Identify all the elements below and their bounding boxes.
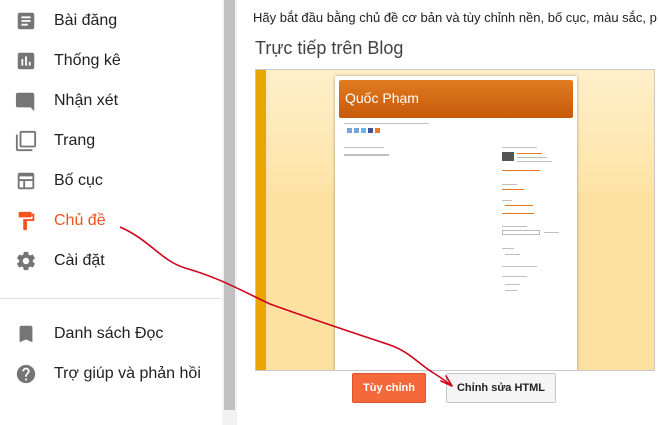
- sidebar-item-label: Nhận xét: [54, 92, 119, 109]
- preview-share-icon: [368, 128, 373, 133]
- preview-text-line: [544, 232, 559, 233]
- sidebar-item-reading-list[interactable]: Danh sách Đọc: [0, 314, 222, 354]
- preview-post-title-line: [344, 154, 389, 156]
- sidebar-item-posts[interactable]: Bài đăng: [0, 1, 222, 41]
- preview-text-line: [505, 290, 517, 291]
- sidebar: Bài đăng Thống kê Nhận xét Trang Bố cục …: [0, 0, 222, 425]
- pages-icon: [15, 130, 37, 152]
- sidebar-item-layout[interactable]: Bố cục: [0, 161, 222, 201]
- sidebar-item-stats[interactable]: Thống kê: [0, 41, 222, 81]
- preview-text-line: [344, 123, 429, 124]
- preview-share-icon: [375, 128, 380, 133]
- sidebar-item-label: Cài đặt: [54, 252, 105, 269]
- preview-text-line: [344, 147, 384, 148]
- sidebar-item-label: Trợ giúp và phản hồi: [54, 365, 201, 382]
- sidebar-item-label: Danh sách Đọc: [54, 325, 164, 342]
- paint-roller-icon: [18, 211, 35, 231]
- preview-left-stripe: [256, 70, 266, 370]
- preview-text-line: [502, 226, 527, 227]
- preview-share-icon: [361, 128, 366, 133]
- sidebar-divider: [0, 298, 222, 299]
- sidebar-item-pages[interactable]: Trang: [0, 121, 222, 161]
- sidebar-item-label: Trang: [54, 132, 96, 149]
- preview-blog-header: Quốc Phạm: [339, 80, 573, 118]
- preview-text-line: [502, 184, 517, 185]
- preview-link-line: [502, 189, 524, 190]
- blog-preview[interactable]: Quốc Phạm: [255, 69, 655, 371]
- sidebar-item-label: Bài đăng: [54, 12, 118, 29]
- preview-blog-title: Quốc Phạm: [345, 90, 419, 106]
- sidebar-item-comments[interactable]: Nhận xét: [0, 81, 222, 121]
- preview-text-line: [502, 276, 527, 277]
- preview-text-line: [505, 284, 520, 285]
- gear-icon: [17, 251, 35, 271]
- sidebar-item-label: Bố cục: [54, 172, 103, 189]
- scrollbar-thumb[interactable]: [224, 0, 235, 410]
- sidebar-item-label: Thống kê: [54, 52, 121, 69]
- preview-avatar: [502, 152, 514, 161]
- preview-text-line: [502, 147, 537, 148]
- stats-icon: [17, 52, 35, 70]
- preview-text-line: [502, 200, 512, 201]
- customize-button[interactable]: Tùy chỉnh: [352, 373, 426, 403]
- preview-link-line: [517, 153, 542, 154]
- preview-text-line: [502, 266, 537, 267]
- help-icon: [16, 364, 36, 384]
- preview-text-line: [505, 254, 520, 255]
- sidebar-item-help[interactable]: Trợ giúp và phản hồi: [0, 354, 222, 394]
- sidebar-item-settings[interactable]: Cài đặt: [0, 241, 222, 281]
- preview-share-icon: [354, 128, 359, 133]
- comments-icon: [15, 92, 35, 112]
- edit-html-button[interactable]: Chỉnh sửa HTML: [446, 373, 556, 403]
- layout-icon: [17, 172, 35, 190]
- sidebar-item-theme[interactable]: Chủ đề: [0, 201, 222, 241]
- preview-link-line: [505, 205, 533, 206]
- live-on-blog-heading: Trực tiếp trên Blog: [255, 38, 404, 58]
- preview-blog-page: Quốc Phạm: [335, 76, 577, 370]
- preview-text-line: [517, 157, 547, 158]
- preview-share-icon: [347, 128, 352, 133]
- posts-icon: [17, 12, 35, 30]
- preview-search-box: [502, 230, 540, 235]
- preview-text-line: [502, 248, 514, 249]
- preview-link-line: [502, 213, 534, 214]
- preview-text-line: [517, 161, 552, 162]
- intro-text: Hãy bắt đầu bằng chủ đề cơ bản và tùy ch…: [253, 10, 657, 25]
- preview-link-line: [502, 170, 540, 171]
- sidebar-item-label: Chủ đề: [54, 212, 106, 229]
- bookmark-icon: [19, 325, 33, 343]
